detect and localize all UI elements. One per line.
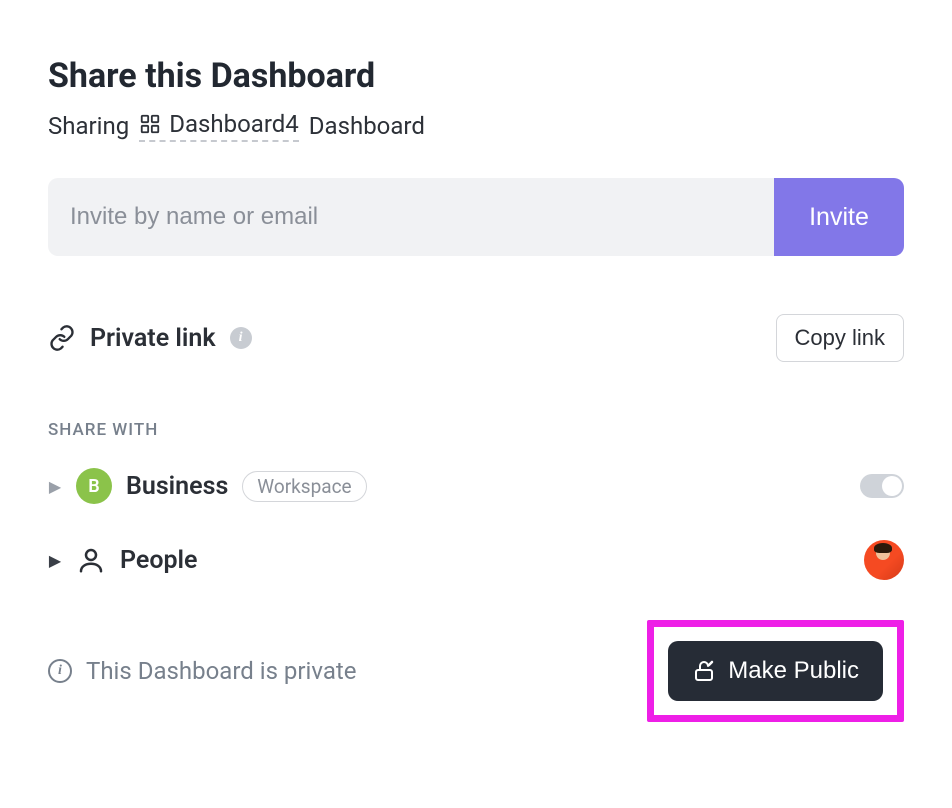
workspace-avatar: B (76, 468, 112, 504)
info-icon[interactable]: i (48, 659, 72, 683)
unlock-icon (692, 659, 716, 683)
privacy-status-text: This Dashboard is private (86, 657, 356, 685)
dashboard-grid-icon (139, 113, 161, 135)
invite-input[interactable] (48, 178, 774, 256)
toggle-knob (882, 476, 902, 496)
share-item-business: ▶ B Business Workspace (48, 468, 904, 504)
invite-row: Invite (48, 178, 904, 256)
business-share-toggle[interactable] (860, 474, 904, 498)
user-avatar[interactable] (864, 540, 904, 580)
share-item-people-left: ▶ People (48, 545, 198, 575)
sharing-prefix: Sharing (48, 112, 129, 140)
dashboard-name-editable[interactable]: Dashboard4 (139, 110, 299, 142)
share-item-business-left: ▶ B Business Workspace (48, 468, 367, 504)
private-link-row: Private link i Copy link (48, 314, 904, 362)
footer-row: i This Dashboard is private Make Public (48, 620, 904, 722)
share-with-label: SHARE WITH (48, 420, 904, 440)
person-icon (76, 545, 106, 575)
chevron-right-icon[interactable]: ▶ (48, 477, 62, 496)
dashboard-name-text: Dashboard4 (169, 110, 299, 138)
link-icon (48, 324, 76, 352)
share-item-people: ▶ People (48, 540, 904, 580)
private-link-label: Private link (90, 324, 216, 353)
dashboard-suffix: Dashboard (309, 112, 425, 140)
highlight-annotation: Make Public (647, 620, 904, 722)
make-public-label: Make Public (728, 657, 859, 685)
info-icon[interactable]: i (230, 327, 252, 349)
dialog-subtitle: Sharing Dashboard4 Dashboard (48, 110, 904, 142)
share-item-name: Business (126, 472, 228, 501)
private-link-left: Private link i (48, 324, 252, 353)
footer-left: i This Dashboard is private (48, 657, 356, 685)
make-public-button[interactable]: Make Public (668, 641, 883, 701)
chevron-right-icon[interactable]: ▶ (48, 551, 62, 570)
share-item-name: People (120, 546, 198, 575)
dialog-title: Share this Dashboard (48, 56, 904, 96)
copy-link-button[interactable]: Copy link (776, 314, 904, 362)
invite-button[interactable]: Invite (774, 178, 904, 256)
workspace-chip: Workspace (242, 471, 366, 502)
